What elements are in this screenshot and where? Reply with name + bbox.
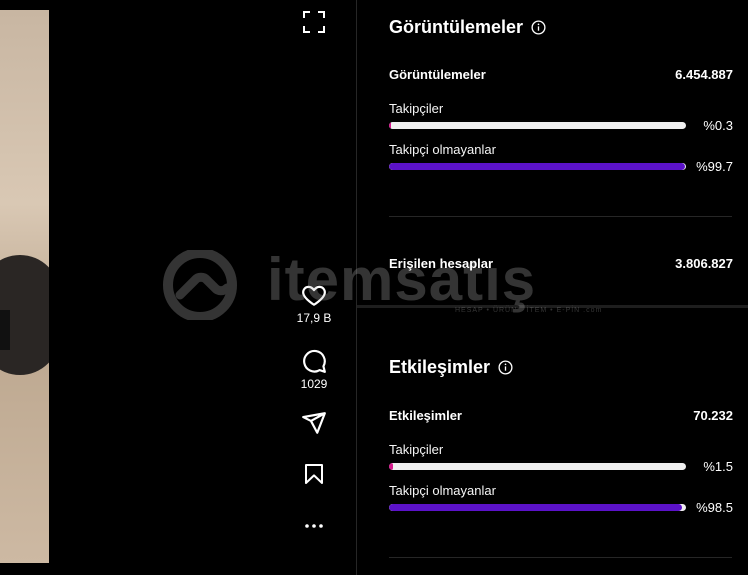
views-metric-value: 6.454.887 xyxy=(675,67,733,82)
section-divider xyxy=(389,557,732,558)
engagement-followers-percent: %1.5 xyxy=(703,459,733,474)
engagement-nonfollowers-bar-fill xyxy=(389,504,682,511)
watermark-tagline: HESAP • ÜRÜN • İTEM • E-PİN .com xyxy=(455,307,603,314)
expand-button[interactable] xyxy=(302,10,326,34)
comment-icon xyxy=(303,349,326,373)
video-thumbnail[interactable] xyxy=(0,10,49,563)
engagement-title-text: Etkileşimler xyxy=(389,357,491,377)
views-section-title: Görüntülemeler xyxy=(389,17,546,38)
info-icon[interactable] xyxy=(531,20,546,35)
like-button[interactable]: 17,9 B xyxy=(290,282,338,325)
share-icon xyxy=(302,412,326,434)
save-button[interactable] xyxy=(290,462,338,486)
views-metric-label: Görüntülemeler xyxy=(389,67,486,82)
comment-button[interactable]: 1029 xyxy=(290,348,338,391)
thumbnail-shadow xyxy=(0,310,10,350)
share-button[interactable] xyxy=(290,410,338,436)
reach-label: Erişilen hesaplar xyxy=(389,256,494,271)
views-followers-bar xyxy=(389,122,686,129)
watermark: itemsatış HESAP • ÜRÜN • İTEM • E-PİN .c… xyxy=(155,245,605,325)
likes-count: 17,9 B xyxy=(296,311,332,325)
engagement-nonfollowers-label: Takipçi olmayanlar xyxy=(389,483,496,498)
views-followers-bar-fill xyxy=(389,122,392,129)
views-title-text: Görüntülemeler xyxy=(389,17,524,37)
engagement-section-title: Etkileşimler xyxy=(389,357,513,378)
expand-icon xyxy=(303,11,325,33)
panel-divider xyxy=(356,0,357,575)
engagement-metric-value: 70.232 xyxy=(693,408,733,423)
more-icon xyxy=(305,524,323,528)
bookmark-icon xyxy=(305,464,323,484)
more-options-button[interactable] xyxy=(290,518,338,534)
views-nonfollowers-percent: %99.7 xyxy=(696,159,733,174)
views-nonfollowers-label: Takipçi olmayanlar xyxy=(389,142,496,157)
views-followers-label: Takipçiler xyxy=(389,101,444,116)
views-nonfollowers-bar-fill xyxy=(389,163,686,170)
section-divider xyxy=(389,216,732,217)
reach-value: 3.806.827 xyxy=(675,256,733,271)
engagement-followers-bar xyxy=(389,463,686,470)
engagement-followers-label: Takipçiler xyxy=(389,442,444,457)
views-nonfollowers-bar xyxy=(389,163,686,170)
info-icon[interactable] xyxy=(498,360,513,375)
heart-icon xyxy=(302,285,326,306)
watermark-rule xyxy=(357,305,748,308)
views-followers-percent: %0.3 xyxy=(703,118,733,133)
engagement-nonfollowers-percent: %98.5 xyxy=(696,500,733,515)
engagement-metric-label: Etkileşimler xyxy=(389,408,462,423)
engagement-followers-bar-fill xyxy=(389,463,394,470)
comments-count: 1029 xyxy=(300,377,328,391)
engagement-nonfollowers-bar xyxy=(389,504,686,511)
watermark-logo xyxy=(163,250,237,320)
